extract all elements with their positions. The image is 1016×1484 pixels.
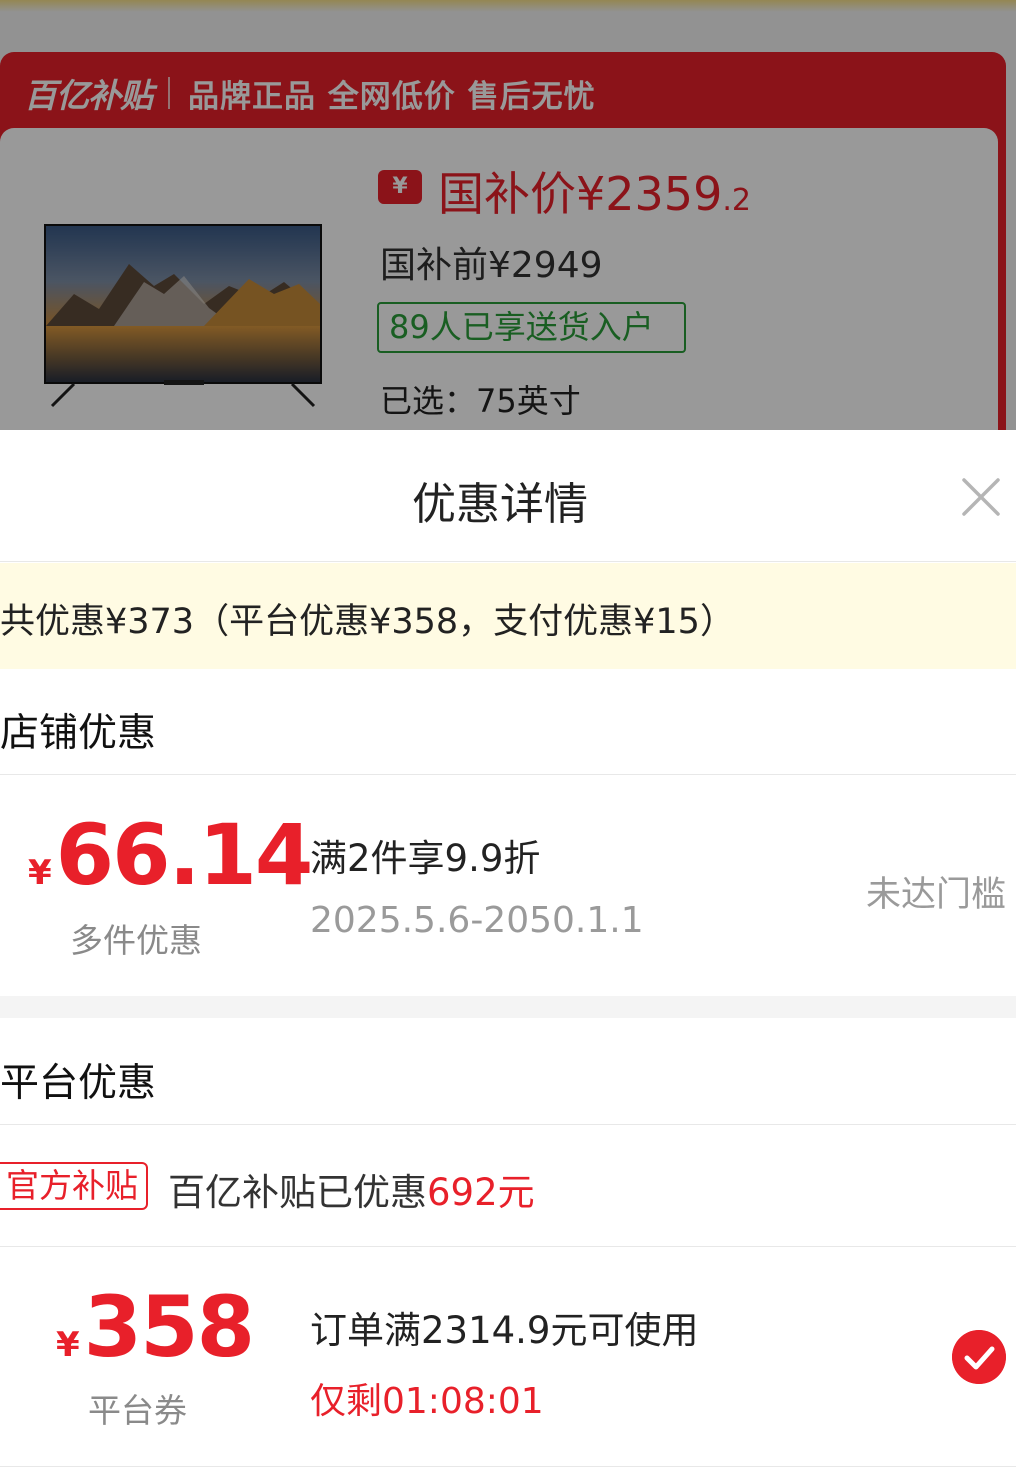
platform-discount-title: 平台优惠 [0, 1061, 157, 1106]
sheet-title: 优惠详情 [412, 479, 588, 530]
divider [0, 1466, 1016, 1467]
amount-value: 358 [83, 1278, 255, 1376]
discount-summary-text: 共优惠¥373（平台优惠¥358，支付优惠¥15） [0, 602, 735, 642]
amount-value: 66.14 [55, 806, 314, 904]
currency-symbol: ¥ [56, 1325, 80, 1365]
divider [0, 774, 1016, 775]
official-subsidy-amount: 692元 [427, 1171, 535, 1214]
platform-coupon-amount: ¥358 [56, 1278, 255, 1376]
modal-overlay[interactable] [0, 0, 1016, 430]
platform-coupon-condition: 订单满2314.9元可使用 [310, 1309, 699, 1352]
official-subsidy-label: 百亿补贴已优惠 [168, 1171, 427, 1214]
store-discount-validity: 2025.5.6-2050.1.1 [310, 900, 644, 941]
divider [0, 1124, 1016, 1125]
currency-symbol: ¥ [28, 853, 52, 893]
background-page: 百亿补贴 品牌正品 全网低价 售后无忧 ¥ 国补价¥2359.2 国补前¥294… [0, 0, 1016, 430]
store-discount-amount: ¥66.14 [28, 806, 314, 904]
close-icon[interactable] [956, 472, 1006, 522]
store-discount-title: 店铺优惠 [0, 711, 157, 756]
section-gap [0, 996, 1016, 1018]
platform-coupon-countdown: 仅剩01:08:01 [310, 1381, 544, 1422]
store-discount-type: 多件优惠 [70, 921, 202, 960]
platform-coupon-type: 平台券 [88, 1391, 187, 1430]
check-icon[interactable] [952, 1330, 1006, 1384]
official-subsidy-text: 百亿补贴已优惠692元 [168, 1162, 535, 1216]
discount-detail-sheet: 优惠详情 共优惠¥373（平台优惠¥358，支付优惠¥15） 店铺优惠 ¥66.… [0, 430, 1016, 1484]
threshold-status: 未达门槛 [866, 875, 1007, 915]
divider [0, 1246, 1016, 1247]
sheet-header: 优惠详情 [0, 430, 1016, 562]
store-discount-condition: 满2件享9.9折 [310, 837, 541, 880]
official-subsidy-badge: 官方补贴 [0, 1162, 148, 1210]
discount-summary: 共优惠¥373（平台优惠¥358，支付优惠¥15） [0, 563, 1016, 669]
